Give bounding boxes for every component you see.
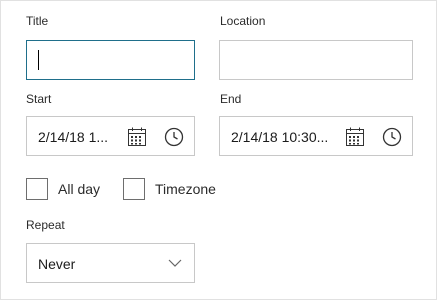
calendar-icon[interactable] bbox=[127, 127, 147, 147]
allday-checkbox[interactable] bbox=[26, 178, 48, 200]
timezone-label: Timezone bbox=[155, 181, 216, 197]
end-datetime-field[interactable]: 2/14/18 10:30... bbox=[219, 116, 413, 156]
timezone-checkbox[interactable] bbox=[123, 178, 145, 200]
allday-label: All day bbox=[58, 181, 101, 197]
repeat-value: Never bbox=[38, 256, 76, 272]
clock-icon[interactable] bbox=[164, 127, 184, 147]
start-date-value: 2/14/18 1... bbox=[38, 129, 109, 145]
repeat-dropdown[interactable]: Never bbox=[26, 243, 195, 283]
title-label: Title bbox=[26, 14, 49, 28]
start-label: Start bbox=[26, 92, 52, 106]
title-input[interactable] bbox=[26, 40, 195, 80]
clock-icon[interactable] bbox=[382, 127, 402, 147]
timezone-option[interactable]: Timezone bbox=[123, 178, 216, 200]
calendar-icon[interactable] bbox=[345, 127, 365, 147]
start-datetime-field[interactable]: 2/14/18 1... bbox=[26, 116, 195, 156]
event-form: Title Location Start 2/14/18 1... End 2/… bbox=[0, 0, 437, 300]
location-label: Location bbox=[220, 14, 266, 28]
end-label: End bbox=[220, 92, 242, 106]
location-input[interactable] bbox=[219, 40, 413, 80]
text-caret bbox=[38, 50, 39, 70]
repeat-label: Repeat bbox=[26, 218, 65, 232]
allday-option[interactable]: All day bbox=[26, 178, 100, 200]
chevron-down-icon bbox=[168, 259, 182, 267]
end-date-value: 2/14/18 10:30... bbox=[231, 129, 329, 145]
